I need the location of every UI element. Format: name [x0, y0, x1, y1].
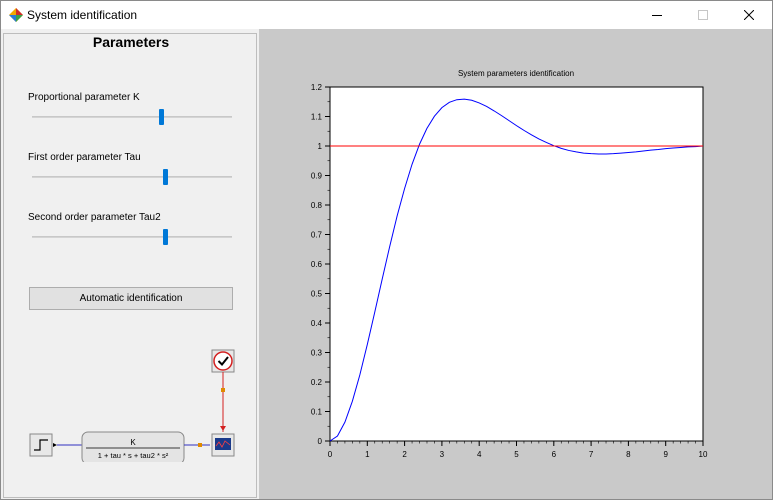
param-tau-slider[interactable] — [32, 169, 232, 185]
close-icon — [744, 10, 754, 20]
split-port — [198, 443, 202, 447]
minimize-button[interactable] — [634, 1, 680, 29]
y-tick-label: 1.1 — [311, 113, 323, 122]
x-tick-label: 10 — [699, 450, 708, 459]
app-window: System identification Parameters Proport… — [0, 0, 773, 500]
x-tick-label: 0 — [328, 450, 333, 459]
y-tick-label: 0.8 — [311, 201, 323, 210]
clock-block[interactable] — [211, 349, 235, 373]
minimize-icon — [652, 15, 662, 16]
parameters-panel: Parameters Proportional parameter K Firs… — [3, 33, 257, 498]
x-tick-label: 4 — [477, 450, 482, 459]
x-tick-label: 2 — [402, 450, 407, 459]
title-bar[interactable]: System identification — [1, 1, 772, 29]
x-tick-label: 1 — [365, 450, 370, 459]
window-title: System identification — [27, 8, 138, 22]
maximize-icon — [698, 10, 708, 20]
automatic-identification-button[interactable]: Automatic identification — [29, 287, 233, 310]
y-tick-label: 1 — [318, 142, 323, 151]
param-tau-label: First order parameter Tau — [28, 152, 141, 163]
identification-plot: System parameters identification 0 1 2 3 4 5 6… — [311, 69, 708, 459]
x-tick-label: 8 — [626, 450, 631, 459]
slider-track — [32, 116, 232, 118]
slider-track — [32, 176, 232, 178]
xcos-block-diagram: K 1 + tau * s + tau2 * s² — [29, 349, 235, 462]
y-tick-label: 0.5 — [311, 290, 323, 299]
plot-title: System parameters identification — [458, 69, 574, 78]
y-tick-label: 0.7 — [311, 231, 323, 240]
y-tick-label: 0.4 — [311, 319, 323, 328]
scilab-app-icon — [9, 8, 23, 22]
tf-denominator: 1 + tau * s + tau2 * s² — [98, 451, 169, 460]
slider-thumb[interactable] — [162, 169, 168, 185]
param-tau2-label: Second order parameter Tau2 — [28, 212, 161, 223]
event-arrow — [220, 426, 226, 431]
slider-thumb[interactable] — [158, 109, 164, 125]
transfer-function-block[interactable]: K 1 + tau * s + tau2 * s² — [81, 431, 185, 462]
x-tick-label: 7 — [589, 450, 594, 459]
param-tau2-slider[interactable] — [32, 229, 232, 245]
event-port — [221, 388, 225, 392]
x-tick-label: 9 — [663, 450, 668, 459]
step-output-port — [53, 443, 57, 447]
y-tick-label: 1.2 — [311, 83, 323, 92]
scope-block[interactable] — [211, 433, 235, 457]
slider-thumb[interactable] — [162, 229, 168, 245]
y-tick-label: 0.6 — [311, 260, 323, 269]
parameters-heading: Parameters — [92, 34, 170, 50]
maximize-button[interactable] — [680, 1, 726, 29]
tf-numerator: K — [130, 438, 136, 447]
param-k-label: Proportional parameter K — [28, 92, 140, 103]
x-tick-label: 5 — [514, 450, 519, 459]
y-tick-label: 0.2 — [311, 378, 323, 387]
param-k-slider[interactable] — [32, 109, 232, 125]
step-block[interactable] — [29, 433, 53, 457]
y-tick-label: 0.9 — [311, 172, 323, 181]
y-tick-label: 0 — [318, 437, 323, 446]
y-tick-label: 0.3 — [311, 349, 323, 358]
x-tick-label: 6 — [552, 450, 557, 459]
y-tick-label: 0.1 — [311, 408, 323, 417]
slider-track — [32, 236, 232, 238]
close-button[interactable] — [726, 1, 772, 29]
graphic-window: System parameters identification 0 1 2 3 4 5 6… — [259, 29, 772, 499]
x-tick-label: 3 — [440, 450, 445, 459]
